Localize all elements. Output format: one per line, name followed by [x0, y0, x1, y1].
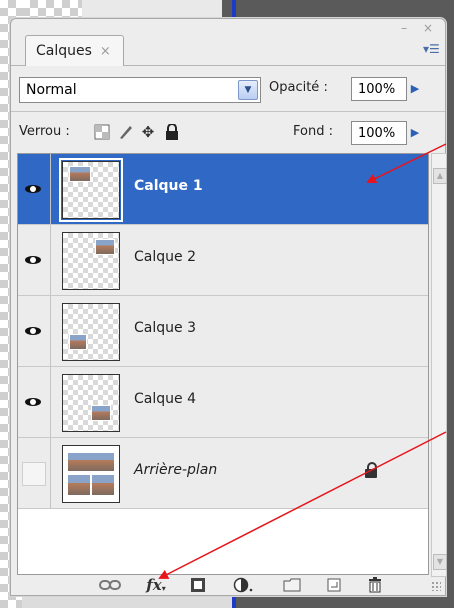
annotation-arrow-fx-button	[158, 431, 447, 579]
annotation-arrow-selected-layer	[366, 143, 447, 183]
annotation-arrows	[158, 143, 447, 579]
